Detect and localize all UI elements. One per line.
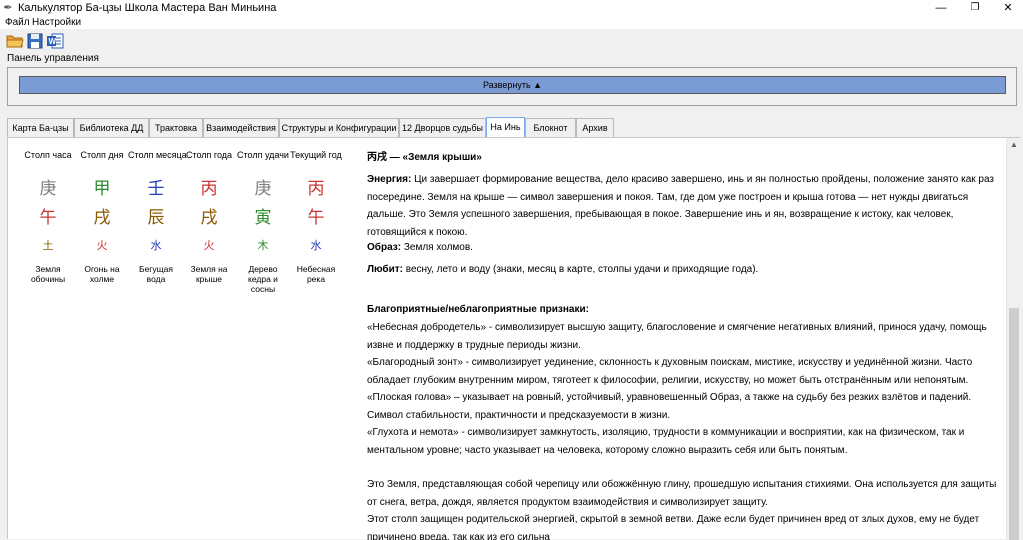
word-export-icon[interactable]: W: [46, 33, 64, 49]
toolbar: W: [0, 29, 1023, 53]
likes-text: весну, лето и воду (знаки, месяц в карте…: [405, 264, 759, 275]
earthly-branch: 午: [39, 208, 57, 228]
description-title: 丙戌 — «Земля крыши»: [367, 152, 482, 163]
energy-paragraph: Энергия: Ци завершает формирование вещес…: [367, 171, 1005, 241]
earthly-branch: 戌: [200, 208, 218, 228]
tab-structures[interactable]: Структуры и Конфигурации: [279, 118, 399, 137]
scroll-up-arrow-icon[interactable]: ▲: [1007, 138, 1021, 152]
pillar-header: Столп года: [185, 150, 233, 160]
open-folder-icon[interactable]: [6, 33, 24, 49]
energy-label: Энергия:: [367, 174, 412, 185]
description-text[interactable]: 丙戌 — «Земля крыши» Энергия: Ци завершает…: [366, 138, 1006, 540]
pillar-header: Столп месяца: [128, 150, 187, 160]
earthly-branch: 午: [307, 208, 325, 228]
element-glyph: 水: [310, 239, 322, 252]
pillar-header: Столп часа: [24, 150, 72, 160]
pillar-name: Бегущая вода: [139, 264, 173, 284]
image-text: Земля холмов.: [403, 242, 473, 253]
control-panel: Развернуть ▲: [7, 67, 1017, 106]
minimize-button[interactable]: —: [924, 0, 958, 16]
menu-bar: Файл Настройки: [0, 16, 1023, 29]
image-label: Образ:: [367, 242, 402, 253]
pillar-name: Огонь на холме: [84, 264, 120, 284]
signs-title: Благоприятные/неблагоприятные признаки:: [367, 304, 589, 315]
pillar-header: Текущий год: [290, 150, 342, 160]
svg-text:W: W: [49, 37, 57, 46]
pillar-name: Небесная река: [296, 264, 336, 284]
pillar-name: Дерево кедра и сосны: [248, 264, 278, 294]
heavenly-stem: 甲: [93, 179, 111, 199]
pillar-header: Столп удачи: [237, 150, 289, 160]
menu-file[interactable]: Файл: [5, 16, 30, 29]
control-panel-label: Панель управления: [7, 53, 99, 64]
tab-na-in[interactable]: На Инь: [486, 117, 525, 137]
tab-content: Столп часа 庚 午 土 Земля обочины Столп дня…: [7, 137, 1020, 540]
likes-paragraph: Любит: весну, лето и воду (знаки, месяц …: [367, 261, 1005, 279]
tab-12-palaces[interactable]: 12 Дворцов судьбы: [399, 118, 486, 137]
body-paragraph: Это Земля, представляющая собой черепицу…: [367, 479, 997, 508]
sign-paragraph: «Небесная добродетель» - символизирует в…: [367, 322, 987, 351]
pillar-name: Земля на крыше: [190, 264, 228, 284]
element-glyph: 土: [42, 239, 54, 252]
heavenly-stem: 丙: [200, 179, 218, 199]
earthly-branch: 辰: [147, 208, 165, 228]
sign-paragraph: «Глухота и немота» - символизирует замкн…: [367, 427, 965, 456]
heavenly-stem: 壬: [147, 179, 165, 199]
element-glyph: 水: [150, 239, 162, 252]
image-paragraph: Образ: Земля холмов.: [367, 239, 1005, 257]
app-feather-icon: ✒: [3, 2, 13, 14]
tab-notebook[interactable]: Блокнот: [525, 118, 576, 137]
tab-interpretation[interactable]: Трактовка: [149, 118, 203, 137]
window-title: Калькулятор Ба-цзы Школа Мастера Ван Мин…: [18, 2, 277, 14]
earthly-branch: 戌: [93, 208, 111, 228]
close-button[interactable]: ✕: [991, 0, 1023, 16]
pillars-panel: Столп часа 庚 午 土 Земля обочины Столп дня…: [8, 138, 353, 298]
maximize-button[interactable]: ❐: [958, 0, 992, 16]
scroll-thumb[interactable]: [1009, 308, 1019, 540]
expand-button[interactable]: Развернуть ▲: [19, 76, 1006, 94]
tab-dd-library[interactable]: Библиотека ДД: [74, 118, 149, 137]
energy-text: Ци завершает формирование вещества, дело…: [367, 174, 995, 238]
pillar-header: Столп дня: [80, 150, 124, 160]
heavenly-stem: 庚: [39, 179, 57, 199]
save-icon[interactable]: [26, 33, 44, 49]
sign-paragraph: «Благородный зонт» - символизирует уедин…: [367, 357, 973, 386]
pillar-name: Земля обочины: [30, 264, 66, 284]
tab-archive[interactable]: Архив: [576, 118, 614, 137]
body-paragraph: Этот столп защищен родительской энергией…: [367, 514, 980, 540]
tab-bazi-chart[interactable]: Карта Ба-цзы: [7, 118, 74, 137]
menu-settings[interactable]: Настройки: [32, 16, 81, 29]
vertical-scrollbar[interactable]: ▲: [1006, 138, 1020, 540]
heavenly-stem: 丙: [307, 179, 325, 199]
heavenly-stem: 庚: [254, 179, 272, 199]
earthly-branch: 寅: [254, 208, 272, 228]
element-glyph: 火: [203, 239, 215, 252]
tab-interactions[interactable]: Взаимодействия: [203, 118, 279, 137]
element-glyph: 火: [96, 239, 108, 252]
likes-label: Любит:: [367, 264, 403, 275]
title-bar: ✒ Калькулятор Ба-цзы Школа Мастера Ван М…: [0, 0, 1023, 16]
element-glyph: 木: [257, 239, 269, 252]
sign-paragraph: «Плоская голова» – указывает на ровный, …: [367, 392, 972, 421]
